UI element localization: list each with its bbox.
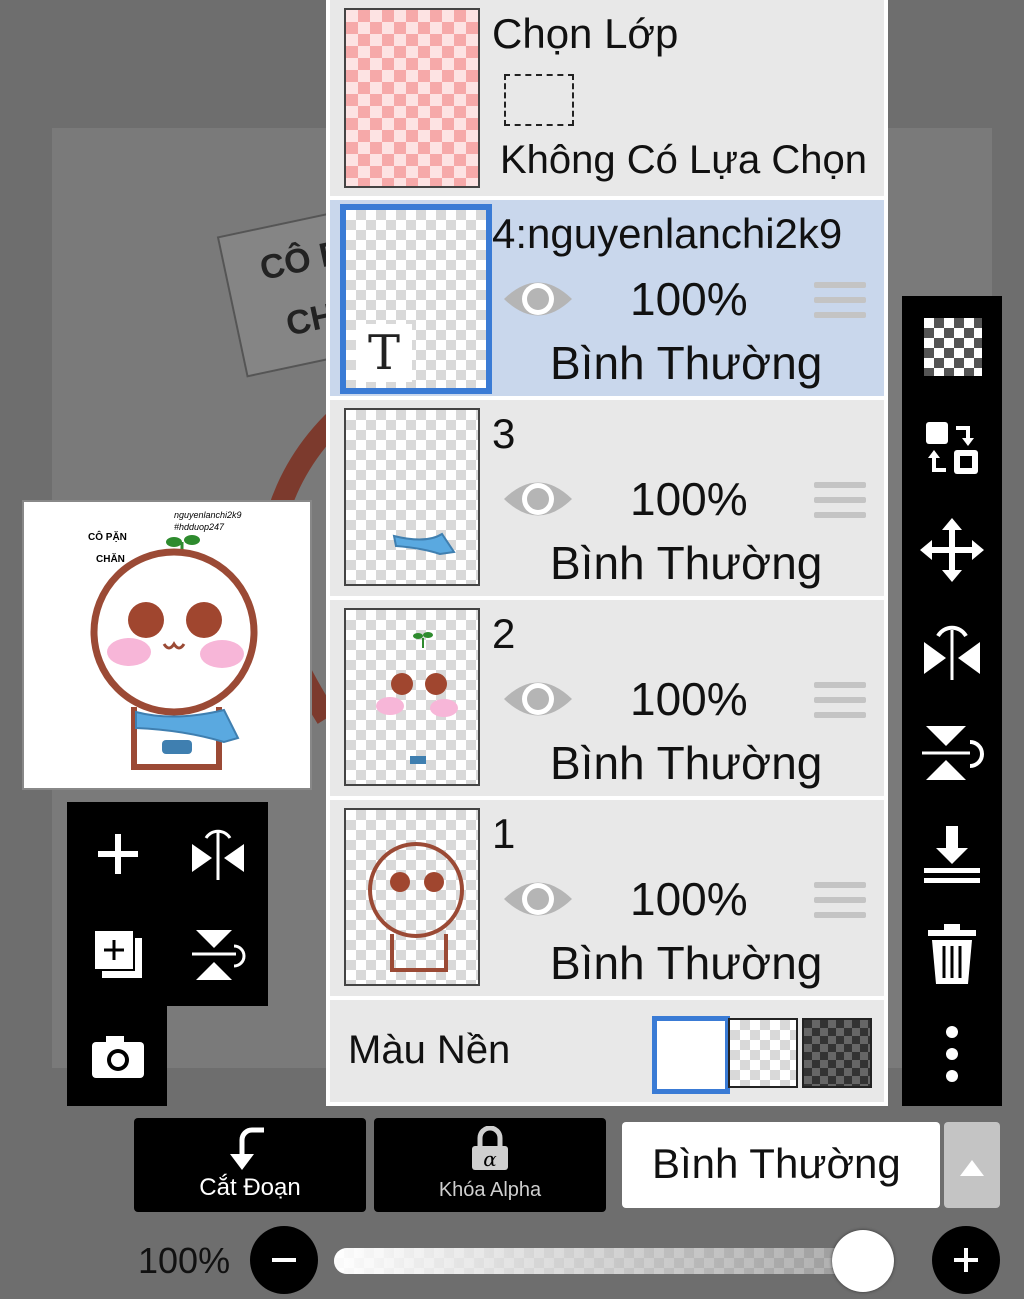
drag-handle-icon[interactable] xyxy=(814,482,866,522)
transparency-icon[interactable] xyxy=(920,314,984,378)
duplicate-layer-icon[interactable] xyxy=(88,924,148,984)
layer-thumbnail: T xyxy=(340,204,492,394)
layer-opacity: 100% xyxy=(630,673,748,725)
visibility-eye-icon[interactable] xyxy=(502,672,574,726)
text-layer-badge: T xyxy=(356,324,412,382)
drag-handle-icon[interactable] xyxy=(814,882,866,922)
clip-button[interactable]: Cắt Đoạn xyxy=(134,1118,366,1212)
opacity-decrease-button[interactable] xyxy=(250,1226,318,1294)
move-icon[interactable] xyxy=(920,518,984,582)
layer-thumbnail xyxy=(344,808,480,986)
lock-icon: α xyxy=(472,1126,508,1171)
layer-opacity: 100% xyxy=(630,473,748,525)
blend-mode-value: Bình Thường xyxy=(652,1140,901,1187)
background-white-swatch[interactable] xyxy=(652,1016,730,1094)
layer-panel: Chọn Lớp Không Có Lựa Chọn T 4:nguyenlan… xyxy=(326,0,888,1106)
alpha-lock-label: Khóa Alpha xyxy=(438,1179,542,1201)
layer-row[interactable]: T 4:nguyenlanchi2k9 100% Bình Thường xyxy=(330,200,884,396)
drag-handle-icon[interactable] xyxy=(814,682,866,722)
alpha-lock-button[interactable]: α Khóa Alpha xyxy=(374,1118,606,1212)
visibility-eye-icon[interactable] xyxy=(502,872,574,926)
svg-text:α: α xyxy=(483,1147,497,1171)
opacity-slider-fill xyxy=(334,1248,894,1274)
background-color-row: Màu Nền xyxy=(330,1000,884,1102)
drag-handle-icon[interactable] xyxy=(814,282,866,322)
camera-icon[interactable] xyxy=(88,1026,148,1086)
background-transparent-swatch[interactable] xyxy=(728,1018,798,1088)
layer-thumbnail xyxy=(344,608,480,786)
selection-layer-row[interactable]: Chọn Lớp Không Có Lựa Chọn xyxy=(330,0,884,196)
layer-row[interactable]: 2 100% Bình Thường xyxy=(330,600,884,796)
opacity-slider-knob[interactable] xyxy=(832,1230,894,1292)
layer-blend-mode: Bình Thường xyxy=(550,337,823,389)
selection-status: Không Có Lựa Chọn xyxy=(500,138,868,182)
layer-preview[interactable]: CÔ PẶN CHĂN nguyenlanchi2k9 #hdduop247 xyxy=(22,500,312,790)
background-dark-swatch[interactable] xyxy=(802,1018,872,1088)
flip-vertical-icon[interactable] xyxy=(920,720,984,784)
clip-arrow-icon xyxy=(230,1127,264,1170)
preview-drawing xyxy=(90,535,258,770)
trash-icon[interactable] xyxy=(920,922,984,986)
layer-thumbnail xyxy=(344,408,480,586)
swap-layer-icon[interactable] xyxy=(920,416,984,480)
layer-name: 1 xyxy=(492,810,516,857)
layer-opacity: 100% xyxy=(630,273,748,325)
layer-name: 3 xyxy=(492,410,516,457)
background-label: Màu Nền xyxy=(348,1028,511,1072)
flip-horizontal-icon[interactable] xyxy=(188,824,248,884)
selection-layer-title: Chọn Lớp xyxy=(492,10,679,57)
caret-up-icon xyxy=(960,1160,984,1176)
opacity-slider-track[interactable] xyxy=(334,1248,894,1274)
layer-name: 2 xyxy=(492,610,516,657)
flip-vertical-icon[interactable] xyxy=(188,924,248,984)
visibility-eye-icon[interactable] xyxy=(502,272,574,326)
layer-name: 4:nguyenlanchi2k9 xyxy=(492,210,843,257)
layer-blend-mode: Bình Thường xyxy=(550,537,823,589)
clip-label: Cắt Đoạn xyxy=(199,1174,301,1201)
add-layer-icon[interactable] xyxy=(88,824,148,884)
layer-opacity: 100% xyxy=(630,873,748,925)
opacity-increase-button[interactable] xyxy=(932,1226,1000,1294)
flip-horizontal-icon[interactable] xyxy=(920,618,984,682)
merge-down-icon[interactable] xyxy=(920,822,984,886)
blend-mode-dropdown-button[interactable] xyxy=(944,1122,1000,1208)
minus-icon xyxy=(272,1258,296,1262)
visibility-eye-icon[interactable] xyxy=(502,472,574,526)
more-icon[interactable] xyxy=(920,1022,984,1086)
layer-blend-mode: Bình Thường xyxy=(550,737,823,789)
opacity-label: 100% xyxy=(138,1240,231,1281)
selection-marquee-icon xyxy=(504,74,574,126)
layer-blend-mode: Bình Thường xyxy=(550,937,823,989)
right-toolbar xyxy=(902,296,1002,1106)
blend-mode-select[interactable]: Bình Thường xyxy=(622,1122,940,1208)
layer-row[interactable]: 1 100% Bình Thường xyxy=(330,800,884,996)
layer-row[interactable]: 3 100% Bình Thường xyxy=(330,400,884,596)
selection-thumbnail xyxy=(344,8,480,188)
plus-icon xyxy=(954,1248,978,1272)
